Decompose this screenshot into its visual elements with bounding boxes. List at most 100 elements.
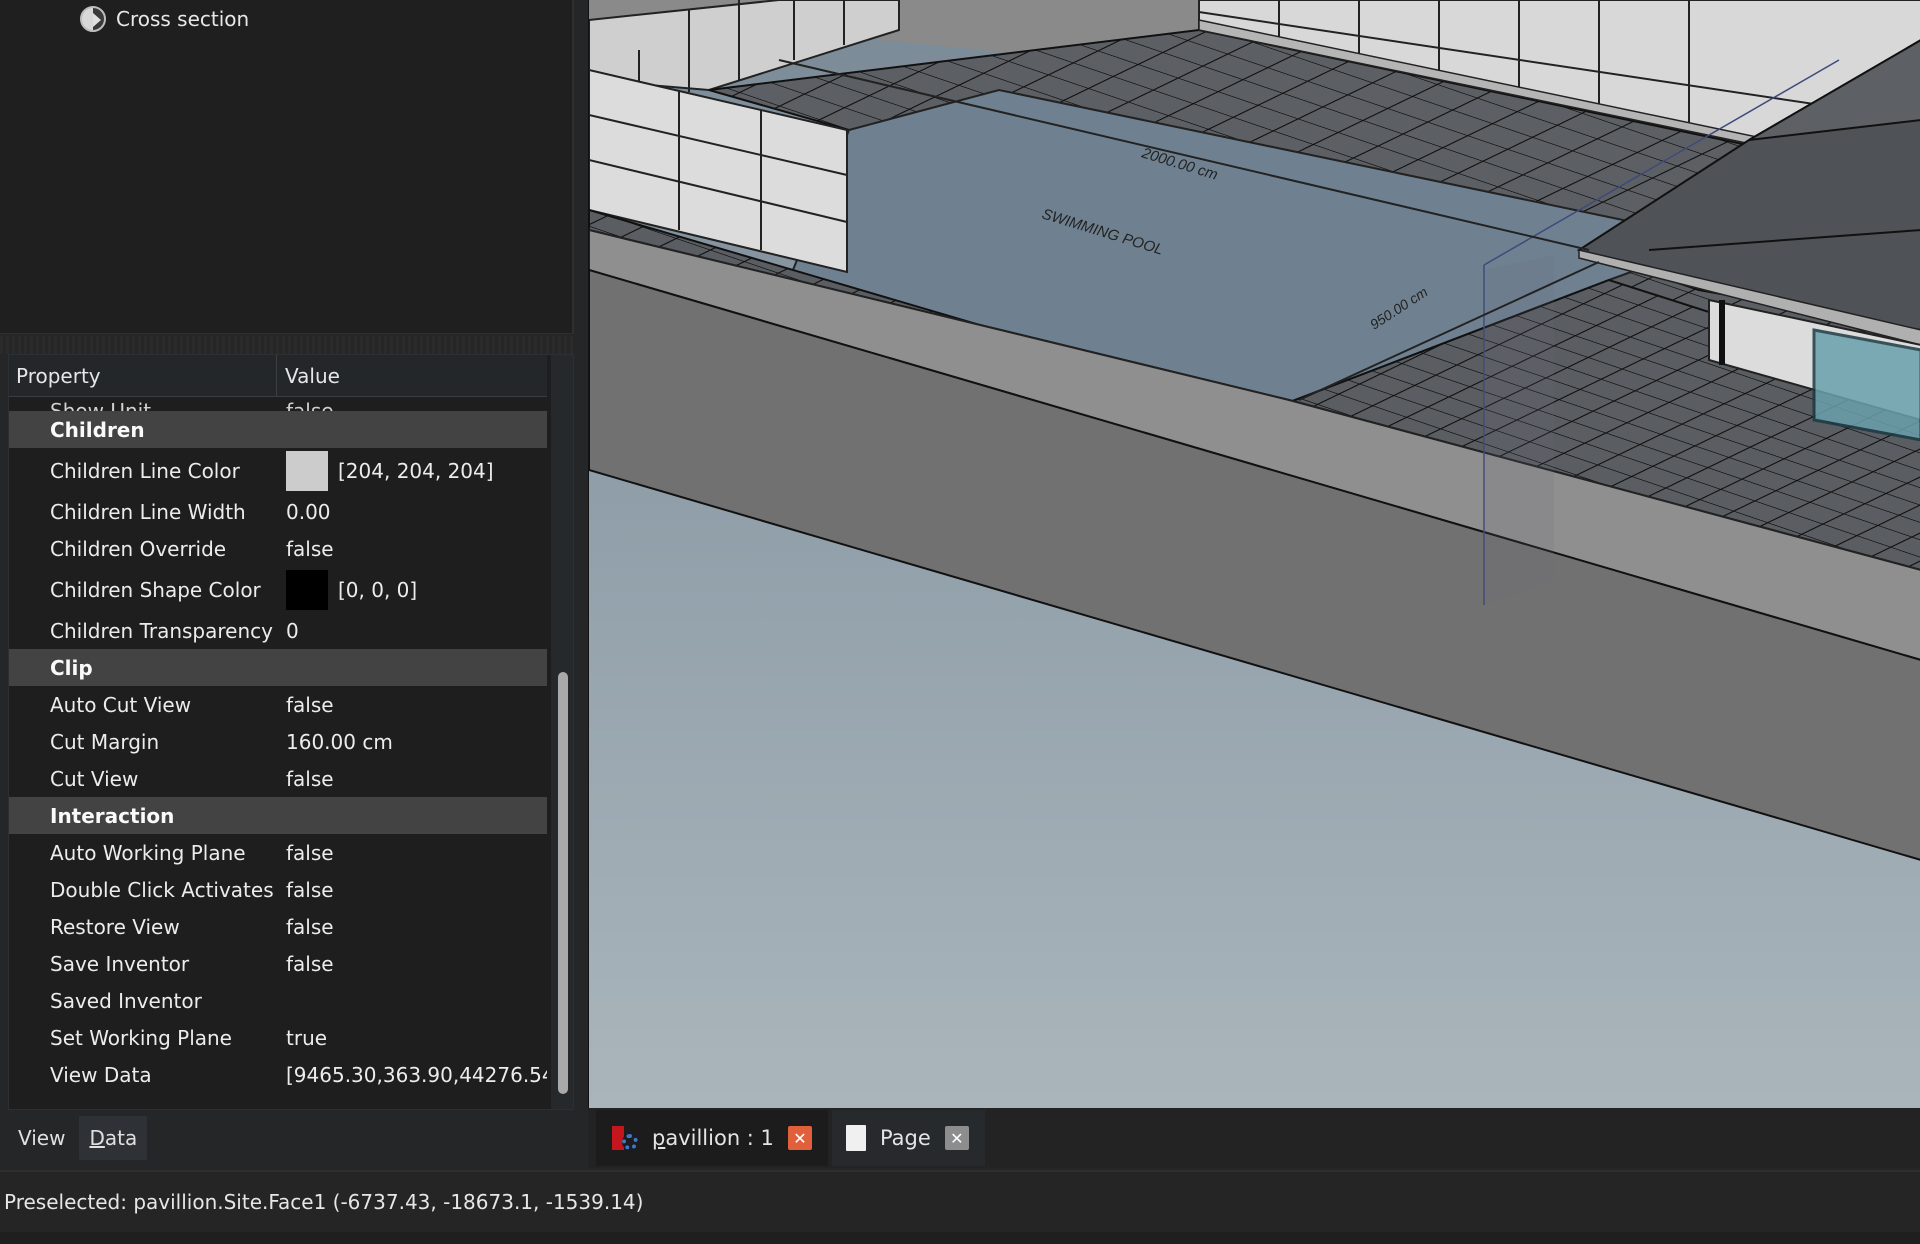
tree-item-cross-section[interactable]: Cross section	[80, 4, 249, 34]
property-name: Save Inventor	[50, 951, 190, 976]
property-name: Cut View	[50, 766, 139, 791]
property-value-text: false	[286, 692, 334, 717]
property-row[interactable]: Auto Cut View false	[9, 686, 547, 723]
doc-tab-page[interactable]: Page ✕	[831, 1110, 985, 1166]
property-row[interactable]: Save Inventor false	[9, 945, 547, 982]
property-row[interactable]: Auto Working Plane false	[9, 834, 547, 871]
property-value-text: false	[286, 877, 334, 902]
property-group-header[interactable]: Children	[9, 411, 547, 448]
property-row[interactable]: View Data [9465.30,363.90,44276.54,...	[9, 1056, 547, 1093]
cross-section-icon	[80, 6, 106, 32]
property-value: false	[278, 952, 547, 976]
group-name: Interaction	[50, 803, 175, 828]
tree-item-label: Cross section	[116, 7, 250, 31]
group-name: Clip	[50, 655, 93, 680]
close-icon[interactable]: ✕	[944, 1126, 969, 1150]
property-row[interactable]: Show Unit false	[9, 397, 547, 411]
property-row[interactable]: Cut Margin 160.00 cm	[9, 723, 547, 760]
column-header-value[interactable]: Value	[277, 355, 547, 396]
property-name: Double Click Activates	[50, 877, 274, 902]
3d-viewport[interactable]: SWIMMING POOL 2000.00 cm 950.00 cm	[588, 0, 1920, 1108]
property-group-header[interactable]: Clip	[9, 649, 547, 686]
property-name: Auto Working Plane	[50, 840, 246, 865]
property-name: Children Line Width	[50, 499, 246, 524]
property-scrollbar[interactable]	[551, 355, 573, 1109]
doc-tab-pavillion-label: pavillion : 1	[652, 1126, 774, 1150]
property-name: Cut Margin	[50, 729, 160, 754]
property-value-text: [204, 204, 204]	[338, 458, 494, 483]
color-swatch[interactable]	[286, 450, 328, 491]
property-value: false	[278, 878, 547, 902]
property-row[interactable]: Cut View false	[9, 760, 547, 797]
property-name: View Data	[50, 1062, 152, 1087]
property-value-text: 160.00 cm	[286, 729, 393, 754]
property-value: false	[278, 915, 547, 939]
property-name: Children Shape Color	[50, 577, 261, 602]
property-value: 160.00 cm	[278, 730, 547, 754]
property-name: Restore View	[50, 914, 180, 939]
property-value: 0	[278, 619, 547, 643]
property-value-text: false	[286, 766, 334, 791]
tab-view[interactable]: View	[8, 1116, 75, 1160]
property-value-text: 0.00	[286, 499, 331, 524]
property-value: false	[278, 537, 547, 561]
property-row[interactable]: Children Line Width 0.00	[9, 493, 547, 530]
property-group-header[interactable]: Interaction	[9, 797, 547, 834]
property-row[interactable]: Double Click Activates false	[9, 871, 547, 908]
freecad-icon	[610, 1124, 638, 1152]
property-value: [0, 0, 0]	[278, 569, 547, 610]
tab-data[interactable]: Data	[79, 1116, 148, 1160]
page-icon	[845, 1125, 866, 1151]
panel-splitter[interactable]	[0, 336, 574, 354]
column-header-property[interactable]: Property	[9, 355, 277, 396]
scrollbar-thumb[interactable]	[558, 671, 568, 1094]
property-row[interactable]: Children Override false	[9, 530, 547, 567]
property-value-text: [9465.30,363.90,44276.54,...	[286, 1062, 547, 1087]
property-name: Set Working Plane	[50, 1025, 232, 1050]
model-tree[interactable]: Cross section	[0, 0, 574, 334]
group-name: Children	[50, 417, 145, 442]
property-value: false	[286, 399, 334, 411]
color-swatch[interactable]	[286, 569, 328, 610]
property-value: false	[278, 693, 547, 717]
combo-view-tabs: View Data	[0, 1112, 574, 1164]
property-value: [9465.30,363.90,44276.54,...	[278, 1063, 547, 1087]
property-value-text: true	[286, 1025, 328, 1050]
property-value-text: 0	[286, 618, 299, 643]
close-icon[interactable]: ✕	[787, 1126, 812, 1150]
property-name: Saved Inventor	[50, 988, 202, 1013]
property-name: Show Unit	[50, 399, 152, 411]
property-value-text: [0, 0, 0]	[338, 577, 418, 602]
property-value: false	[278, 767, 547, 791]
property-value-text: false	[286, 914, 334, 939]
status-text: Preselected: pavillion.Site.Face1 (-6737…	[4, 1190, 644, 1214]
property-name: Children Line Color	[50, 458, 240, 483]
doc-tab-pavillion[interactable]: pavillion : 1 ✕	[596, 1110, 828, 1166]
property-row[interactable]: Children Line Color [204, 204, 204]	[9, 448, 547, 493]
property-value: 0.00	[278, 500, 547, 524]
tab-view-label: View	[18, 1126, 66, 1150]
property-value: false	[278, 841, 547, 865]
combo-view-panel: Cross section Property Value Show Unit fa…	[0, 0, 588, 1168]
property-row[interactable]: Set Working Plane true	[9, 1019, 547, 1056]
property-row[interactable]: Children Shape Color [0, 0, 0]	[9, 567, 547, 612]
status-bar: Preselected: pavillion.Site.Face1 (-6737…	[0, 1170, 1920, 1232]
property-rows: Show Unit false Children Children Line Colo…	[9, 397, 547, 1093]
property-table-header: Property Value	[9, 355, 547, 397]
property-value-text: false	[286, 536, 334, 561]
property-value-text: false	[286, 840, 334, 865]
property-name: Children Transparency	[50, 618, 273, 643]
property-name: Auto Cut View	[50, 692, 192, 717]
3d-scene: SWIMMING POOL 2000.00 cm 950.00 cm	[589, 0, 1920, 861]
property-row[interactable]: Saved Inventor	[9, 982, 547, 1019]
doc-tab-page-label: Page	[879, 1126, 931, 1150]
property-row[interactable]: Children Transparency 0	[9, 612, 547, 649]
tab-data-label: Data	[89, 1126, 138, 1150]
property-name: Children Override	[50, 536, 227, 561]
property-value: [204, 204, 204]	[278, 450, 547, 491]
property-value-text: false	[286, 951, 334, 976]
property-editor: Property Value Show Unit false Children Chi…	[8, 354, 574, 1110]
window-bottom-edge	[0, 1232, 1920, 1244]
property-row[interactable]: Restore View false	[9, 908, 547, 945]
property-value: true	[278, 1026, 547, 1050]
